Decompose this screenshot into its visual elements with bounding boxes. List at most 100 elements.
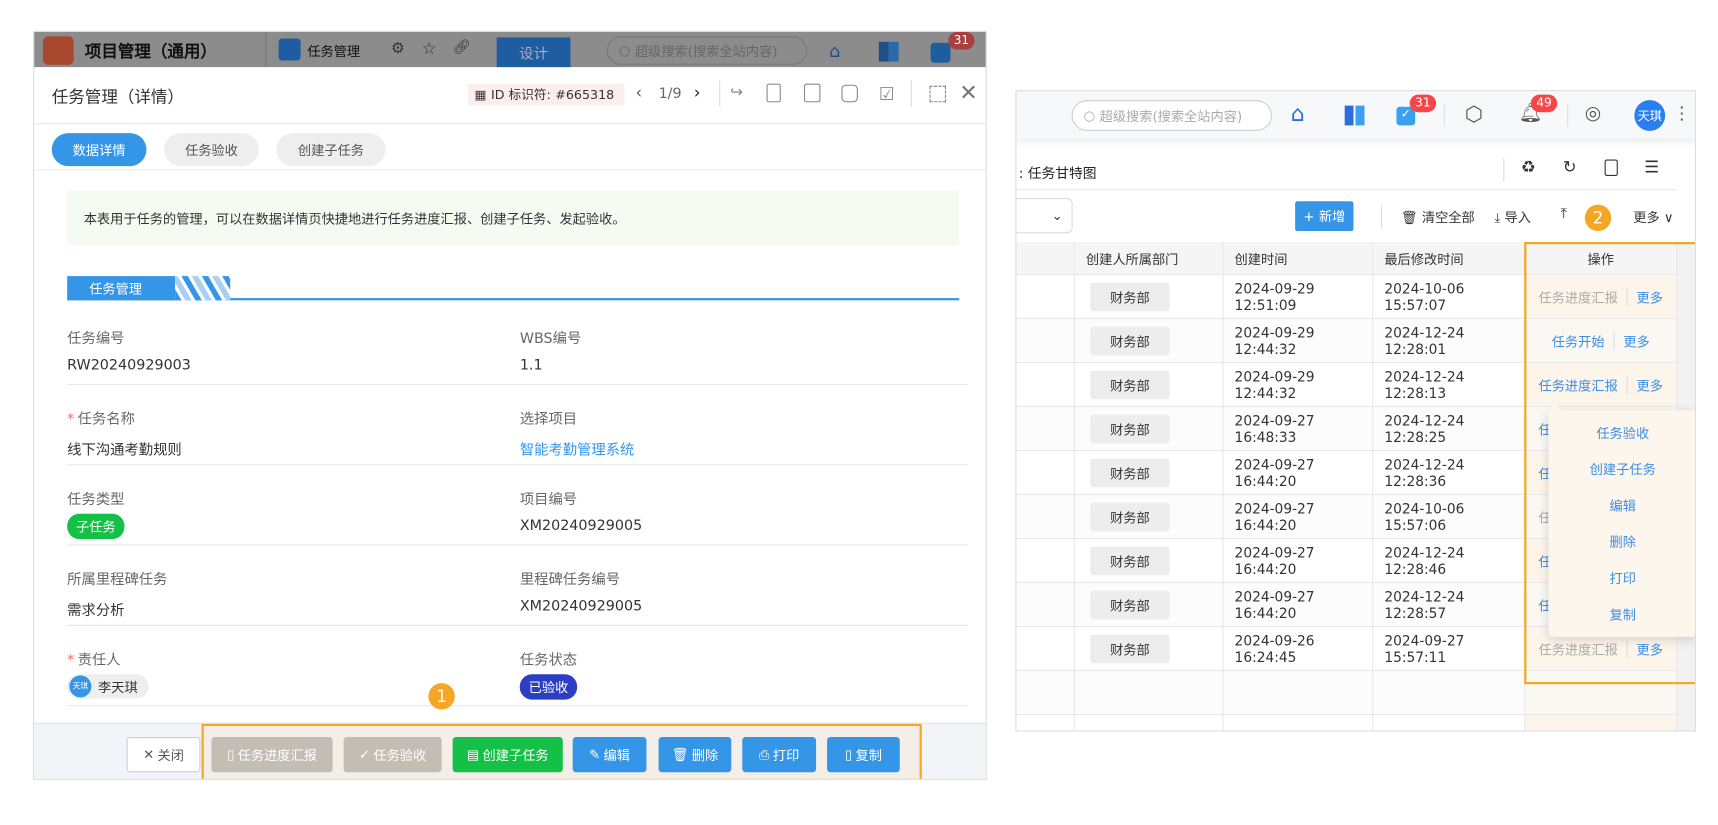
dept-tag: 财务部	[1090, 370, 1170, 400]
report-icon[interactable]	[803, 83, 821, 103]
filter-select[interactable]: ⌄	[1016, 198, 1073, 234]
field-link[interactable]: 智能考勤管理系统	[520, 438, 635, 459]
design-button[interactable]: 设计	[496, 37, 571, 68]
close-button[interactable]: ✕ 关闭	[126, 737, 201, 773]
recycle-icon[interactable]: ♻	[1521, 157, 1536, 177]
add-button[interactable]: + 新增	[1295, 201, 1354, 231]
column-header[interactable]: 创建人所属部门	[1075, 242, 1224, 275]
app-tab[interactable]: 任务管理	[307, 42, 360, 61]
modified-time: 2024-12-24 12:28:01	[1384, 324, 1465, 358]
menu-item[interactable]: 打印	[1548, 560, 1694, 596]
dept-tag: 财务部	[1090, 546, 1170, 576]
kebab-menu-icon[interactable]: ⋮	[1673, 102, 1691, 123]
avatar[interactable]: 天琪	[1634, 100, 1666, 131]
import-button[interactable]: ⤓ 导入	[1494, 208, 1531, 227]
tab-1[interactable]: 任务验收	[164, 133, 259, 167]
home-icon[interactable]: ⌂	[829, 41, 840, 62]
footer-button-label: 任务进度汇报	[237, 747, 317, 763]
tab-2[interactable]: 创建子任务	[276, 133, 386, 167]
modified-time: 2024-12-24 12:28:46	[1384, 544, 1465, 578]
field-label: 任务状态	[520, 648, 577, 669]
fullscreen-icon[interactable]	[929, 85, 947, 103]
table-cell: 2024-09-29 12:44:32	[1224, 319, 1374, 363]
dialog-header: 任务管理（详情） ▦ ID 标识符: #665318 ‹ 1/9 › ↪ ☑ ✕	[34, 67, 986, 125]
table-cell	[1016, 583, 1075, 627]
table-cell	[1525, 715, 1678, 731]
todo-icon[interactable]	[930, 42, 951, 63]
field-value: XM20240929005	[519, 598, 643, 615]
footer-button-label: 复制	[855, 747, 882, 763]
footer-button-2[interactable]: ▤ 创建子任务	[452, 737, 563, 773]
id-label: ID 标识符:	[491, 86, 551, 103]
menu-item[interactable]: 创建子任务	[1548, 451, 1694, 487]
table-cell	[1016, 275, 1075, 319]
table-cell	[1016, 627, 1075, 671]
footer-button-label: 删除	[691, 747, 719, 763]
hexagon-icon[interactable]: ⬡	[1465, 102, 1483, 126]
apps-icon[interactable]	[1344, 105, 1365, 126]
export-icon[interactable]: ⤒	[1561, 206, 1567, 223]
section-title: 任务管理	[67, 276, 176, 301]
calendar-icon[interactable]	[841, 84, 858, 103]
tab-0[interactable]: 数据详情	[51, 133, 147, 167]
table-cell: 2024-09-27 16:44:20	[1224, 451, 1374, 495]
document-check-icon[interactable]	[766, 83, 781, 103]
table-cell: 2024-10-06 15:57:06	[1373, 495, 1526, 539]
apps-icon[interactable]	[878, 41, 899, 62]
home-icon[interactable]: ⌂	[1291, 100, 1305, 126]
monitor-icon	[278, 38, 301, 61]
table-cell: 2024-09-27 16:48:33	[1224, 407, 1374, 451]
clear-all-button[interactable]: 🗑︎ 清空全部	[1401, 208, 1475, 227]
share-icon[interactable]: ↪	[730, 84, 743, 102]
search-icon: ○	[1083, 107, 1096, 124]
search-input[interactable]: ○ 超级搜索(搜索全站内容)	[606, 36, 808, 65]
table-cell	[1224, 715, 1374, 731]
tag-badge: 已验收	[519, 674, 578, 700]
footer-button-label: 任务验收	[373, 747, 427, 763]
modified-time: 2024-12-24 12:28:25	[1384, 412, 1465, 446]
report-search-icon[interactable]	[1604, 159, 1618, 176]
star-icon[interactable]: ☆	[422, 39, 437, 59]
todo-badge: 31	[948, 31, 975, 50]
gear-icon[interactable]: ⚙	[391, 40, 405, 58]
footer-button-3[interactable]: ✎ 编辑	[572, 737, 647, 773]
field-value: XM20240929005	[519, 518, 643, 535]
menu-item[interactable]: 编辑	[1548, 487, 1694, 523]
created-time: 2024-09-27 16:44:20	[1234, 456, 1315, 490]
footer-button-1[interactable]: ✓ 任务验收	[343, 737, 442, 773]
footer-button-label: 编辑	[603, 747, 630, 763]
edit-icon: ✎	[589, 746, 601, 763]
search-input[interactable]: ○ 超级搜索(搜索全站内容)	[1071, 100, 1273, 131]
user-icon[interactable]: ◎	[1585, 102, 1601, 124]
footer-button-label: 创建子任务	[482, 747, 549, 763]
app-logo-icon	[42, 36, 74, 65]
user-chip[interactable]: 天琪 李天琪	[67, 674, 149, 699]
menu-item[interactable]: 任务验收	[1548, 415, 1694, 451]
footer-button-4[interactable]: 🗑︎ 删除	[658, 737, 732, 773]
column-header[interactable]: 最后修改时间	[1373, 242, 1526, 275]
menu-item[interactable]: 复制	[1548, 596, 1694, 632]
filter-search-icon[interactable]: ☰	[1644, 157, 1659, 177]
created-time: 2024-09-29 12:44:32	[1234, 324, 1315, 358]
refresh-icon[interactable]: ↻	[1563, 157, 1577, 177]
footer-button-0[interactable]: ▯ 任务进度汇报	[211, 737, 333, 773]
created-time: 2024-09-27 16:44:20	[1234, 588, 1315, 622]
field-value: RW20240929003	[67, 357, 191, 375]
footer-button-5[interactable]: ⎙ 打印	[742, 737, 817, 773]
link-icon[interactable]: 🔗︎	[453, 40, 471, 57]
column-header[interactable]: 创建时间	[1224, 242, 1374, 275]
bell-badge: 49	[1530, 94, 1558, 113]
prev-record-button[interactable]: ‹	[635, 83, 642, 103]
close-icon[interactable]: ✕	[959, 79, 977, 105]
more-button[interactable]: 更多 ∨	[1633, 208, 1673, 227]
checkbox-icon[interactable]: ☑	[879, 84, 895, 105]
menu-item[interactable]: 删除	[1548, 524, 1694, 560]
dept-tag: 财务部	[1090, 458, 1170, 488]
table-cell: 财务部	[1075, 583, 1224, 627]
field-label: 所属里程碑任务	[67, 568, 167, 589]
next-record-button[interactable]: ›	[694, 83, 701, 103]
tag-badge: 子任务	[67, 513, 125, 539]
notice-box: 本表用于任务的管理，可以在数据详情页快捷地进行任务进度汇报、创建子任务、发起验收…	[67, 190, 960, 246]
footer-button-6[interactable]: ▯ 复制	[827, 737, 900, 773]
table-cell	[1016, 319, 1075, 363]
